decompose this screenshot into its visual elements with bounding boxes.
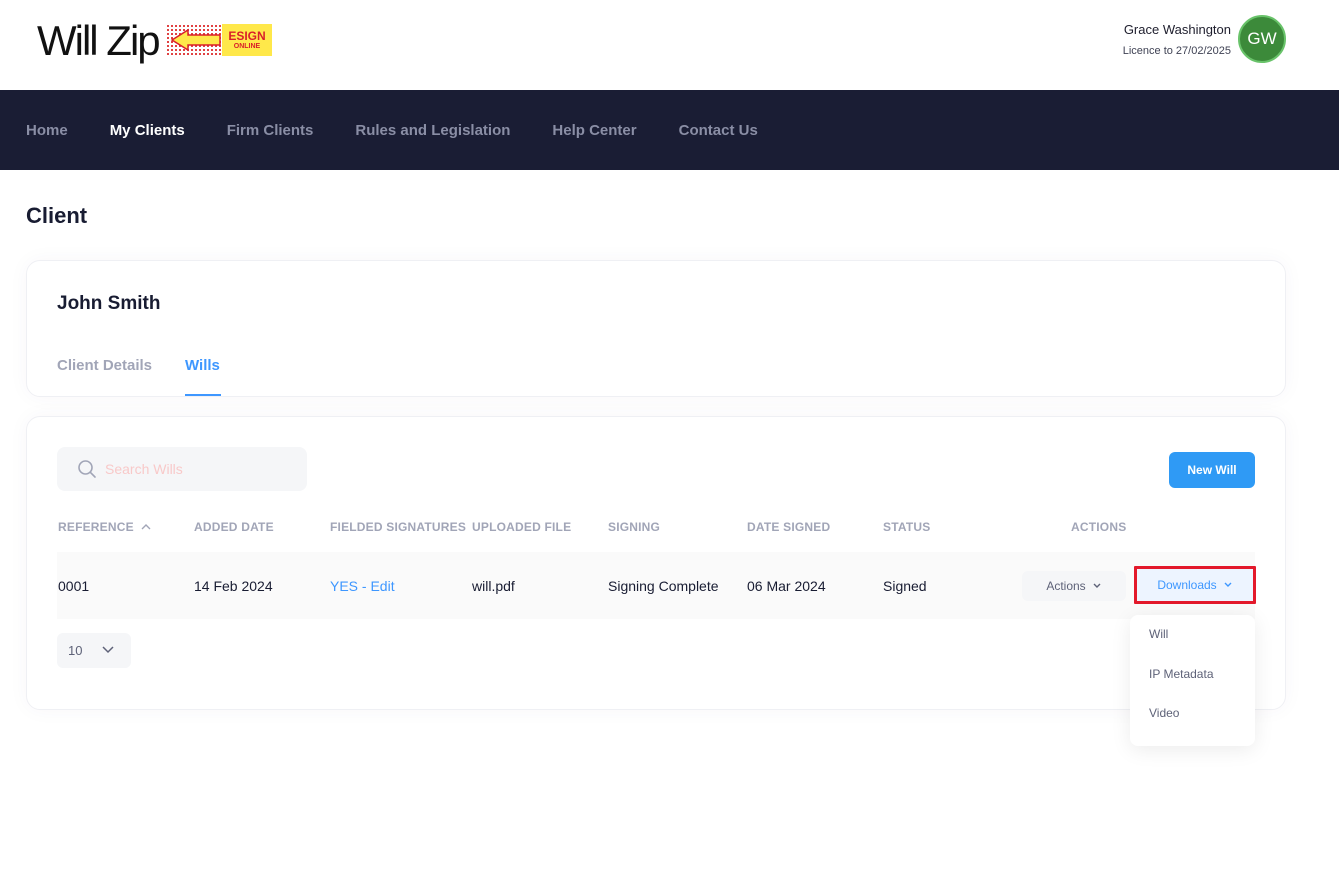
column-header-fielded-signatures: FIELDED SIGNATURES <box>330 520 467 534</box>
column-header-date-signed: DATE SIGNED <box>747 520 831 534</box>
wills-card: New Will REFERENCE ADDED DATE FIELDED SI… <box>26 416 1286 710</box>
avatar[interactable]: GW <box>1238 15 1286 63</box>
menu-item-ip-metadata[interactable]: IP Metadata <box>1149 667 1214 681</box>
user-info: Grace Washington Licence to 27/02/2025 <box>1123 21 1231 60</box>
column-header-reference[interactable]: REFERENCE <box>58 520 151 534</box>
nav-item-my-clients[interactable]: My Clients <box>110 122 185 139</box>
cell-fielded-signatures-link[interactable]: YES - Edit <box>330 578 395 594</box>
logo-text: Will Zip <box>37 17 161 64</box>
downloads-label: Downloads <box>1157 578 1217 592</box>
licence-text: Licence to 27/02/2025 <box>1122 45 1231 57</box>
tab-wills[interactable]: Wills <box>185 357 220 374</box>
column-header-reference-label: REFERENCE <box>58 520 134 534</box>
main-nav: Home My Clients Firm Clients Rules and L… <box>0 90 1339 170</box>
downloads-menu: Will IP Metadata Video <box>1130 615 1255 746</box>
column-header-actions: ACTIONS <box>1071 520 1127 534</box>
nav-item-rules-and-legislation[interactable]: Rules and Legislation <box>355 122 510 139</box>
esign-badge: ESIGN ONLINE <box>222 24 272 56</box>
page-size-select[interactable]: 10 <box>57 633 131 668</box>
actions-dropdown-button[interactable]: Actions <box>1022 571 1126 601</box>
column-header-signing: SIGNING <box>608 520 661 534</box>
cell-signing: Signing Complete <box>608 578 719 594</box>
client-card: John Smith Client Details Wills <box>26 260 1286 397</box>
chevron-down-icon <box>1093 583 1101 588</box>
user-name: Grace Washington <box>1123 22 1231 37</box>
logo[interactable]: Will Zip ESIGN ONLINE <box>37 17 272 64</box>
cell-reference: 0001 <box>58 578 90 594</box>
client-name: John Smith <box>57 293 161 314</box>
chevron-down-icon <box>102 646 114 654</box>
cell-uploaded-file: will.pdf <box>472 578 515 594</box>
new-will-button[interactable]: New Will <box>1169 452 1255 488</box>
header: Will Zip ESIGN ONLINE Grace Washington L… <box>0 0 1339 90</box>
nav-item-contact-us[interactable]: Contact Us <box>679 122 758 139</box>
page-title: Client <box>26 203 88 228</box>
sort-up-icon <box>141 524 151 530</box>
page-size-value: 10 <box>68 643 83 658</box>
search-input[interactable] <box>105 461 285 477</box>
column-header-uploaded-file: UPLOADED FILE <box>472 520 572 534</box>
column-header-status: STATUS <box>883 520 931 534</box>
active-tab-indicator <box>185 394 221 396</box>
cell-status: Signed <box>883 578 927 594</box>
cell-added-date: 14 Feb 2024 <box>194 578 273 594</box>
downloads-dropdown-button[interactable]: Downloads <box>1134 566 1256 604</box>
logo-badge: ESIGN ONLINE <box>166 24 274 56</box>
actions-label: Actions <box>1046 579 1086 593</box>
arrow-left-icon <box>170 28 221 52</box>
tab-client-details[interactable]: Client Details <box>57 357 152 374</box>
table-row: 0001 14 Feb 2024 YES - Edit will.pdf Sig… <box>57 552 1256 619</box>
logo-dots <box>166 24 222 56</box>
cell-date-signed: 06 Mar 2024 <box>747 578 826 594</box>
menu-item-video[interactable]: Video <box>1149 706 1179 720</box>
nav-item-help-center[interactable]: Help Center <box>552 122 636 139</box>
chevron-down-icon <box>1224 582 1232 587</box>
search-icon <box>78 460 96 478</box>
nav-item-firm-clients[interactable]: Firm Clients <box>227 122 314 139</box>
search-box <box>57 447 307 491</box>
esign-sub-text: ONLINE <box>233 42 261 50</box>
nav-item-home[interactable]: Home <box>26 122 68 139</box>
column-header-added-date: ADDED DATE <box>194 520 274 534</box>
menu-item-will[interactable]: Will <box>1149 627 1168 641</box>
esign-main-text: ESIGN <box>228 28 266 43</box>
